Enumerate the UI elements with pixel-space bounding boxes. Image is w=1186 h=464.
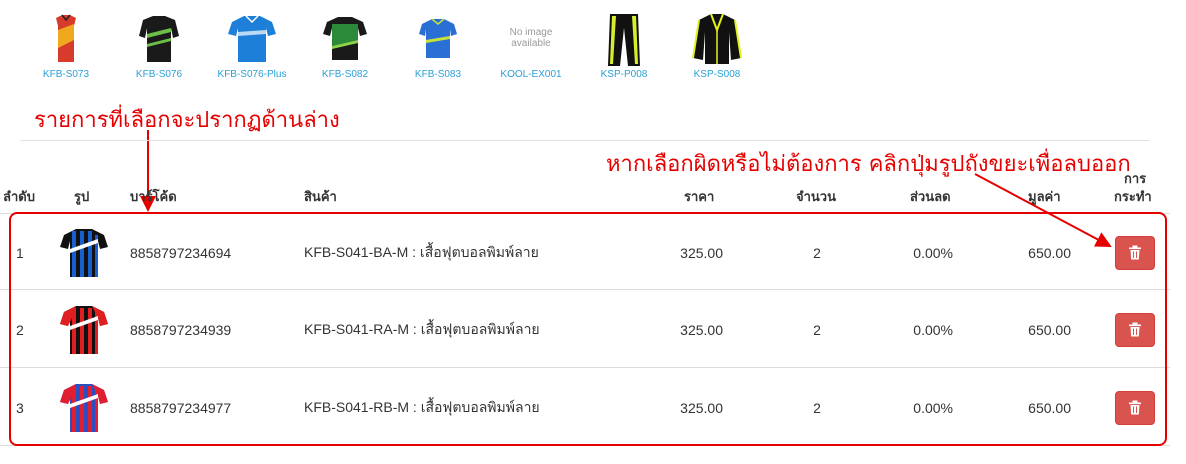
thumbnail-kfb-s073[interactable]: KFB-S073: [20, 10, 112, 80]
row-price: 325.00: [680, 321, 723, 338]
no-image-placeholder: No image available: [509, 27, 553, 49]
header-barcode: บาร์โค้ด: [130, 190, 177, 205]
row-discount: 0.00%: [913, 244, 953, 261]
row-barcode: 8858797234977: [130, 399, 232, 416]
table-row: 2 8858797234939 KFB-S041-RA-M : เสื้อฟุต…: [0, 291, 1170, 368]
row-image: [56, 214, 112, 291]
delete-button[interactable]: [1115, 235, 1155, 270]
trash-icon: [1129, 322, 1141, 337]
row-barcode: 8858797234939: [130, 321, 232, 338]
row-index: 1: [16, 244, 24, 261]
row-product[interactable]: KFB-S041-RB-M : เสื้อฟุตบอลพิมพ์ลาย: [304, 369, 540, 446]
header-product: สินค้า: [304, 190, 337, 205]
row-image: [56, 291, 112, 368]
row-price: 325.00: [680, 244, 723, 261]
row-price: 325.00: [680, 399, 723, 416]
row-product[interactable]: KFB-S041-RA-M : เสื้อฟุตบอลพิมพ์ลาย: [304, 291, 540, 368]
thumbnail-code[interactable]: KFB-S082: [299, 69, 391, 80]
trash-icon: [1129, 400, 1141, 415]
row-barcode: 8858797234694: [130, 244, 232, 261]
shirt-image: [60, 383, 108, 432]
thumbnail-kfb-s076-plus[interactable]: KFB-S076-Plus: [206, 10, 298, 80]
annotation-delete-hint: หากเลือกผิดหรือไม่ต้องการ คลิกปุ่มรูปถัง…: [606, 152, 1131, 177]
header-image: รูป: [74, 190, 90, 205]
thumbnail-kfb-s082[interactable]: KFB-S082: [299, 10, 391, 80]
table-row: 3 8858797234977 KFB-S041-RB-M : เสื้อฟุต…: [0, 369, 1170, 446]
shirt-image: [228, 15, 276, 62]
row-quantity[interactable]: 2: [800, 369, 834, 446]
thumbnail-code[interactable]: KOOL-EX001: [485, 69, 577, 80]
thumbnail-code[interactable]: KSP-S008: [671, 69, 763, 80]
row-quantity[interactable]: 2: [800, 291, 834, 368]
row-image: [56, 369, 112, 446]
thumbnail-code[interactable]: KFB-S083: [392, 69, 484, 80]
header-value: มูลค่า: [1028, 190, 1061, 205]
jacket-image: [692, 13, 742, 64]
thumbnail-kfb-s083[interactable]: KFB-S083: [392, 10, 484, 80]
row-value: 650.00: [1028, 399, 1071, 416]
row-quantity[interactable]: 2: [800, 214, 834, 291]
thumbnail-code[interactable]: KFB-S076-Plus: [206, 69, 298, 80]
shirt-image: [323, 17, 367, 60]
header-discount: ส่วนลด: [910, 190, 951, 205]
trash-icon: [1129, 245, 1141, 260]
thumbnail-ksp-s008[interactable]: KSP-S008: [671, 10, 763, 80]
thumbnail-kfb-s076[interactable]: KFB-S076: [113, 10, 205, 80]
delete-button[interactable]: [1115, 390, 1155, 425]
shirt-image: [60, 305, 108, 354]
row-discount: 0.00%: [913, 321, 953, 338]
shirt-image: [419, 18, 457, 58]
shirt-image: [56, 14, 76, 62]
section-divider: [20, 140, 1150, 141]
header-quantity: จำนวน: [796, 190, 836, 205]
row-value: 650.00: [1028, 244, 1071, 261]
thumbnail-ksp-p008[interactable]: KSP-P008: [578, 10, 670, 80]
thumbnail-code[interactable]: KFB-S073: [20, 69, 112, 80]
annotation-selected-items: รายการที่เลือกจะปรากฏด้านล่าง: [34, 108, 340, 133]
header-action-line2: กระทำ: [1114, 190, 1152, 205]
shirt-image: [60, 228, 108, 277]
header-price: ราคา: [684, 190, 715, 205]
table-row: 1 8858797234694 KFB-S041-BA-M : เสื้อฟุต…: [0, 213, 1170, 290]
shirt-image: [139, 16, 179, 62]
thumbnail-code[interactable]: KSP-P008: [578, 69, 670, 80]
pants-image: [608, 14, 640, 66]
delete-button[interactable]: [1115, 312, 1155, 347]
thumbnail-code[interactable]: KFB-S076: [113, 69, 205, 80]
row-discount: 0.00%: [913, 399, 953, 416]
thumbnail-kool-ex001[interactable]: No image available KOOL-EX001: [485, 10, 577, 80]
header-index: ลำดับ: [3, 190, 35, 205]
row-index: 2: [16, 321, 24, 338]
row-index: 3: [16, 399, 24, 416]
row-product[interactable]: KFB-S041-BA-M : เสื้อฟุตบอลพิมพ์ลาย: [304, 214, 539, 291]
row-value: 650.00: [1028, 321, 1071, 338]
